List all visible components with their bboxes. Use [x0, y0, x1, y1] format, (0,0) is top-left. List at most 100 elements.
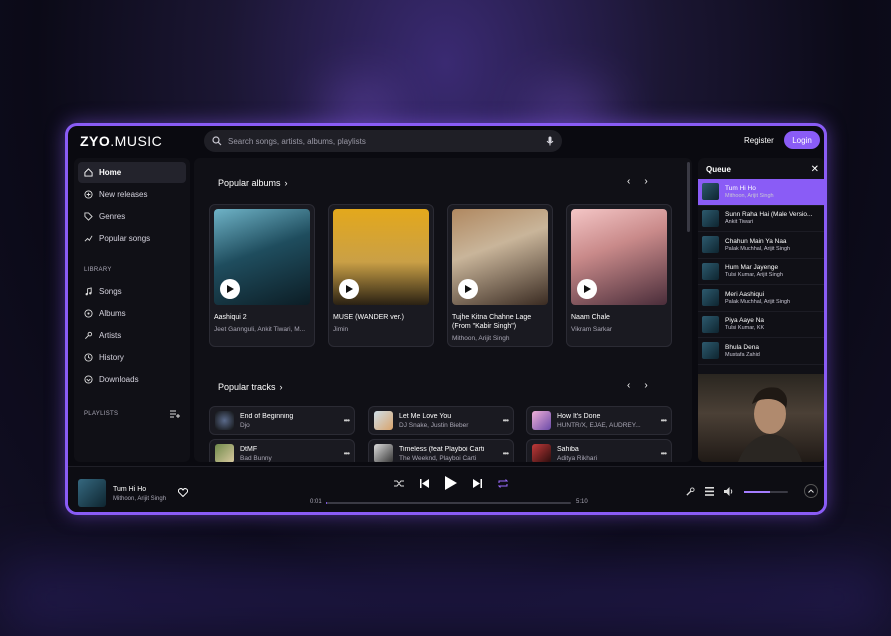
search-bar[interactable]: Search songs, artists, albums, playlists — [204, 130, 562, 152]
album-card[interactable]: MUSE (WANDER ver.) Jimin — [328, 204, 434, 347]
track-item[interactable]: How It's Done HUNTR/X, EJAE, AUDREY... ••… — [526, 406, 672, 435]
sidebar-item-home[interactable]: Home — [78, 162, 186, 183]
heart-icon[interactable] — [178, 488, 188, 497]
microphone-icon[interactable] — [686, 487, 695, 496]
sidebar-item-genres[interactable]: Genres — [78, 206, 186, 227]
sidebar-item-history[interactable]: History — [78, 347, 186, 368]
more-options-icon[interactable]: ••• — [344, 449, 350, 458]
more-options-icon[interactable]: ••• — [344, 416, 350, 425]
queue-item[interactable]: Meri Aashiqui Palak Muchhal, Arijit Singh — [698, 285, 824, 312]
queue-item[interactable]: Bhula Dena Mustafa Zahid — [698, 338, 824, 365]
track-title: Let Me Love You — [399, 412, 452, 420]
queue-item[interactable]: Chahun Main Ya Naa Palak Muchhal, Arijit … — [698, 232, 824, 259]
sidebar-item-label: New releases — [99, 190, 148, 199]
play-button[interactable] — [458, 279, 478, 299]
queue-item[interactable]: Sunn Raha Hai (Male Versio... Ankit Tiwar… — [698, 206, 824, 232]
sidebar: Home New releases Genres Popular songs L… — [74, 158, 190, 462]
now-playing-thumbnail[interactable] — [78, 479, 106, 507]
queue-item[interactable]: Piya Aaye Na Tulsi Kumar, KK — [698, 312, 824, 338]
note-icon — [84, 287, 93, 296]
queue-thumbnail — [702, 289, 719, 307]
more-options-icon[interactable]: ••• — [503, 416, 509, 425]
queue-thumbnail — [702, 209, 719, 227]
logo[interactable]: ZYO.MUSIC — [80, 133, 162, 149]
extra-controls — [686, 487, 788, 496]
chevron-up-icon[interactable] — [804, 484, 818, 498]
track-item[interactable]: Let Me Love You DJ Snake, Justin Bieber •… — [368, 406, 514, 435]
play-button[interactable] — [220, 279, 240, 299]
more-options-icon[interactable]: ••• — [503, 449, 509, 458]
register-link[interactable]: Register — [744, 136, 774, 145]
more-options-icon[interactable]: ••• — [661, 416, 667, 425]
previous-icon[interactable] — [420, 478, 429, 488]
add-playlist-icon[interactable] — [170, 410, 180, 418]
chevron-right-icon[interactable]: › — [644, 176, 647, 187]
track-item[interactable]: End of Beginning Djo ••• — [209, 406, 355, 435]
playlists-header: PLAYLISTS — [78, 410, 186, 418]
disc-icon — [84, 309, 93, 318]
queue-item[interactable]: Tum Hi Ho Mithoon, Arijit Singh — [698, 179, 824, 206]
queue-thumbnail — [702, 315, 719, 333]
sidebar-item-popular-songs[interactable]: Popular songs — [78, 228, 186, 249]
chevron-right-icon[interactable]: › — [644, 380, 647, 391]
sidebar-item-label: Popular songs — [99, 234, 151, 243]
queue-item-artist: Mustafa Zahid — [725, 351, 760, 358]
sidebar-item-label: Artists — [99, 331, 122, 340]
play-button[interactable] — [339, 279, 359, 299]
queue-item-title: Tum Hi Ho — [725, 184, 756, 192]
chevron-left-icon[interactable]: ‹ — [627, 176, 630, 187]
app-window: ZYO.MUSIC Search songs, artists, albums,… — [65, 123, 827, 515]
close-icon[interactable]: ✕ — [811, 164, 819, 175]
track-item[interactable]: Timeless (feat Playboi Carti The Weeknd, … — [368, 439, 514, 462]
queue-item-artist: Palak Muchhal, Arijit Singh — [725, 245, 791, 252]
main-scrollbar[interactable] — [687, 162, 690, 232]
popular-tracks-heading[interactable]: Popular tracks › — [218, 382, 283, 392]
more-options-icon[interactable]: ••• — [661, 449, 667, 458]
sidebar-item-artists[interactable]: Artists — [78, 325, 186, 346]
now-playing-artist[interactable]: Mithoon, Arijit Singh — [113, 496, 166, 502]
track-thumbnail — [215, 411, 234, 430]
volume-slider[interactable] — [744, 490, 788, 493]
queue-item-title: Hum Mar Jayenge — [725, 264, 779, 272]
track-artist: Aditya Rikhari — [557, 454, 598, 462]
play-button[interactable] — [577, 279, 597, 299]
shuffle-icon[interactable] — [394, 479, 404, 488]
sidebar-item-downloads[interactable]: Downloads — [78, 369, 186, 390]
duration: 5:10 — [576, 499, 588, 505]
album-card[interactable]: Aashiqui 2 Jeet Gannguli, Ankit Tiwari, … — [209, 204, 315, 347]
sidebar-item-label: Songs — [99, 287, 122, 296]
track-item[interactable]: DtMF Bad Bunny ••• — [209, 439, 355, 462]
video-preview[interactable] — [698, 374, 824, 462]
album-card[interactable]: Naam Chale Vikram Sarkar — [566, 204, 672, 347]
track-title: DtMF — [240, 445, 258, 453]
album-card[interactable]: Tujhe Kitna Chahne Lage (From "Kabir Sin… — [447, 204, 553, 347]
track-thumbnail — [215, 444, 234, 462]
progress-bar[interactable] — [326, 502, 571, 504]
album-artist: Vikram Sarkar — [571, 326, 613, 334]
sidebar-item-label: Downloads — [99, 375, 139, 384]
play-icon[interactable] — [445, 476, 457, 490]
home-icon — [84, 168, 93, 177]
next-icon[interactable] — [473, 478, 482, 488]
queue-item[interactable]: Hum Mar Jayenge Tulsi Kumar, Arijit Singh — [698, 259, 824, 285]
track-thumbnail — [374, 444, 393, 462]
search-input[interactable]: Search songs, artists, albums, playlists — [228, 137, 540, 146]
track-artist: HUNTR/X, EJAE, AUDREY... — [557, 421, 641, 429]
queue-list-icon[interactable] — [705, 487, 714, 496]
album-art — [452, 209, 548, 305]
track-item[interactable]: Sahiba Aditya Rikhari ••• — [526, 439, 672, 462]
queue-item-title: Piya Aaye Na — [725, 317, 765, 325]
sidebar-item-songs[interactable]: Songs — [78, 281, 186, 302]
volume-icon[interactable] — [724, 487, 734, 496]
now-playing-title[interactable]: Tum Hi Ho — [113, 486, 146, 493]
track-title: End of Beginning — [240, 412, 294, 420]
popular-albums-heading[interactable]: Popular albums › — [218, 178, 288, 188]
repeat-icon[interactable] — [498, 478, 508, 488]
trend-icon — [84, 234, 93, 243]
chevron-left-icon[interactable]: ‹ — [627, 380, 630, 391]
microphone-icon[interactable] — [546, 136, 554, 146]
sidebar-item-new-releases[interactable]: New releases — [78, 184, 186, 205]
sidebar-item-albums[interactable]: Albums — [78, 303, 186, 324]
queue-item-artist: Tulsi Kumar, Arijit Singh — [725, 272, 783, 279]
login-button[interactable]: Login — [784, 131, 820, 149]
